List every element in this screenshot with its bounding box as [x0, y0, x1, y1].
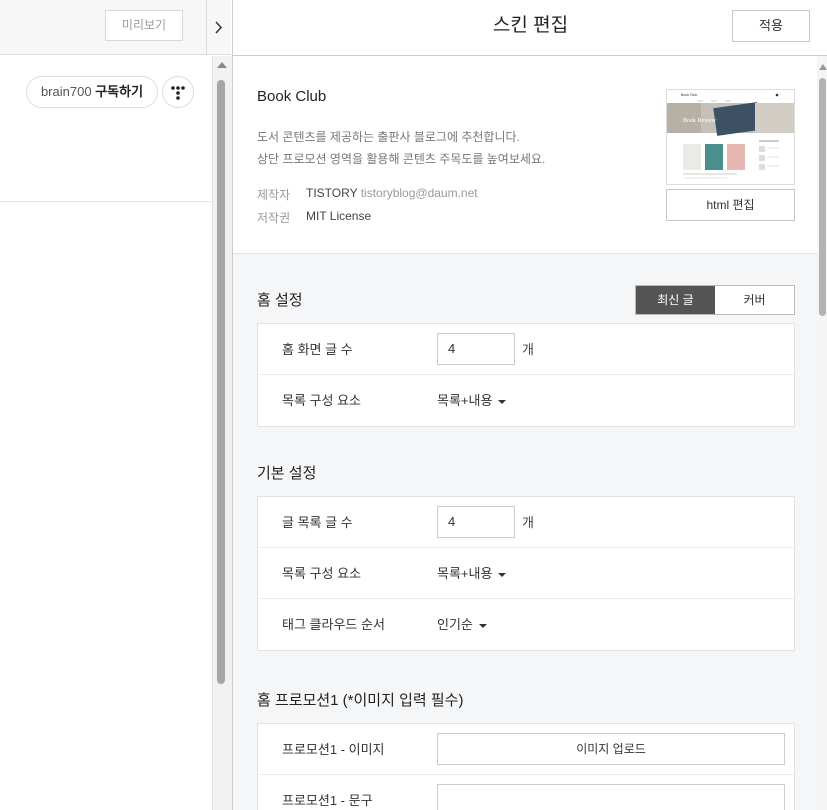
basic-settings-panel: 글 목록 글 수 4 개 목록 구성 요소 목록+내용 태그 클라우드 순서 인… — [257, 496, 795, 651]
preview-scrollbar[interactable] — [212, 56, 232, 810]
scrollbar-thumb[interactable] — [819, 78, 826, 316]
setting-label: 글 목록 글 수 — [282, 515, 353, 530]
skin-info: Book Club 도서 콘텐츠를 제공하는 출판사 블로그에 추천합니다. 상… — [233, 57, 817, 254]
thumb-banner-text: Book Review — [683, 118, 716, 124]
home-mode-toggle: 최신 글 커버 — [635, 285, 795, 315]
setting-row: 태그 클라우드 순서 인기순 — [258, 599, 794, 650]
editor-scrollbar[interactable] — [817, 56, 827, 810]
scroll-up-icon[interactable] — [819, 64, 827, 70]
skin-thumbnail: Book Club Book Review — [666, 89, 795, 185]
license-label: 저작권 — [257, 211, 291, 225]
setting-label: 목록 구성 요소 — [282, 566, 361, 581]
section-title-home: 홈 설정 — [257, 292, 303, 309]
skin-editor: 스킨 편집 적용 Book Club 도서 콘텐츠를 제공하는 출판사 블로그에… — [232, 0, 827, 810]
maker-email: tistoryblog@daum.net — [360, 186, 478, 200]
setting-label: 프로모션1 - 이미지 — [282, 742, 385, 757]
scroll-up-icon[interactable] — [217, 62, 227, 68]
caret-down-icon — [498, 399, 507, 404]
mode-cover-button[interactable]: 커버 — [715, 286, 794, 314]
subscribe-button[interactable]: brain700 구독하기 — [26, 76, 158, 108]
scrollbar-thumb[interactable] — [217, 80, 225, 684]
setting-row: 홈 화면 글 수 4 개 — [258, 324, 794, 375]
image-upload-button[interactable]: 이미지 업로드 — [437, 733, 785, 765]
html-edit-button[interactable]: html 편집 — [666, 189, 795, 221]
blog-id: brain700 — [40, 84, 92, 99]
subscribe-label: 구독하기 — [95, 84, 144, 99]
setting-row: 목록 구성 요소 목록+내용 — [258, 548, 794, 599]
dropdown-value: 목록+내용 — [437, 393, 493, 408]
setting-label: 목록 구성 요소 — [282, 393, 361, 408]
more-options-button[interactable] — [162, 76, 194, 108]
divider — [0, 201, 211, 202]
setting-row: 프로모션1 - 이미지 이미지 업로드 — [258, 724, 794, 775]
unit-label: 개 — [522, 342, 534, 357]
thumb-site-title: Book Club — [681, 93, 697, 97]
caret-down-icon — [478, 623, 487, 628]
caret-down-icon — [498, 572, 507, 577]
setting-label: 프로모션1 - 문구 — [282, 793, 373, 808]
maker-label: 제작자 — [257, 188, 291, 202]
home-settings-panel: 홈 화면 글 수 4 개 목록 구성 요소 목록+내용 — [257, 323, 795, 427]
skin-description: 상단 프로모션 영역을 활용해 콘텐츠 주목도를 높여보세요. — [257, 152, 546, 166]
skin-thumbnail-image: Book Club Book Review — [667, 90, 794, 184]
promotion-panel: 프로모션1 - 이미지 이미지 업로드 프로모션1 - 문구 — [257, 723, 795, 810]
setting-row: 글 목록 글 수 4 개 — [258, 497, 794, 548]
license-value: MIT License — [306, 209, 372, 223]
skin-description: 도서 콘텐츠를 제공하는 출판사 블로그에 추천합니다. — [257, 130, 520, 144]
maker-name: TISTORY — [306, 186, 358, 200]
preview-pane: 미리보기 brain700 구독하기 — [0, 0, 211, 810]
unit-label: 개 — [522, 515, 534, 530]
preview-toolbar: 미리보기 — [0, 0, 211, 55]
setting-label: 태그 클라우드 순서 — [282, 617, 385, 632]
section-title-basic: 기본 설정 — [257, 465, 317, 482]
collapse-panel-button[interactable] — [206, 0, 231, 55]
dots-grid-icon — [171, 86, 185, 100]
skin-name: Book Club — [257, 88, 327, 105]
promotion-text-input[interactable] — [437, 784, 785, 810]
dropdown-value: 인기순 — [437, 617, 473, 632]
home-post-count-input[interactable]: 4 — [437, 333, 515, 365]
section-title-promotion: 홈 프로모션1 (*이미지 입력 필수) — [257, 692, 464, 709]
setting-row: 목록 구성 요소 목록+내용 — [258, 375, 794, 426]
editor-header: 스킨 편집 적용 — [233, 0, 827, 56]
list-post-count-input[interactable]: 4 — [437, 506, 515, 538]
apply-button[interactable]: 적용 — [732, 10, 810, 42]
setting-label: 홈 화면 글 수 — [282, 342, 353, 357]
dropdown-value: 목록+내용 — [437, 566, 493, 581]
settings-area: 홈 설정 최신 글 커버 홈 화면 글 수 4 개 목록 구성 요소 목록+내용… — [233, 254, 817, 810]
setting-row: 프로모션1 - 문구 — [258, 775, 794, 810]
tag-cloud-order-dropdown[interactable]: 인기순 — [437, 599, 487, 650]
list-component-dropdown[interactable]: 목록+내용 — [437, 548, 507, 599]
preview-button[interactable]: 미리보기 — [105, 10, 183, 41]
home-list-component-dropdown[interactable]: 목록+내용 — [437, 375, 507, 426]
mode-latest-button[interactable]: 최신 글 — [636, 286, 715, 314]
maker-value: TISTORY tistoryblog@daum.net — [306, 186, 478, 200]
chevron-right-icon — [215, 21, 223, 34]
